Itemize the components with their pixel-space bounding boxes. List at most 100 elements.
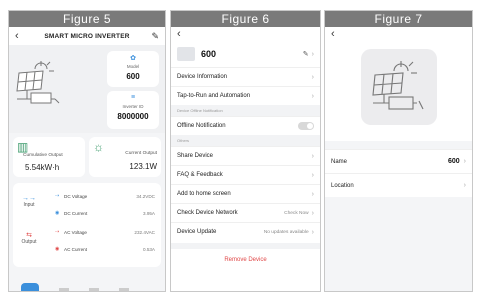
input-arrows-icon: →→	[22, 195, 36, 202]
menu-item-label: Check Device Network	[177, 210, 238, 216]
device-area: ✿ Model 600 ≡ Inverter ID 8000000	[9, 45, 165, 133]
figure-5-title: Figure 5	[9, 11, 165, 27]
input-label: Input	[23, 202, 35, 208]
chevron-right-icon: ›	[311, 209, 314, 217]
remove-device-button[interactable]: Remove Device	[171, 243, 320, 265]
row-value: 34.2VDC	[136, 193, 155, 199]
device-name-row[interactable]: 600 ✎ ›	[171, 41, 320, 67]
inverter-id-value: 8000000	[117, 112, 149, 121]
edit-icon[interactable]: ✎	[147, 31, 159, 42]
offline-notification-row: Offline Notification	[171, 116, 320, 135]
chevron-right-icon: ›	[311, 228, 314, 236]
io-panel: →→ Input ⇆ Output ⇢ DC Voltage 34.2VDC ◉…	[13, 183, 161, 267]
inverter-header: ‹ SMART MICRO INVERTER ✎	[9, 27, 165, 45]
back-icon[interactable]: ‹	[171, 27, 320, 41]
current-output-value: 123.1W	[129, 162, 157, 171]
menu-item-label: Device Information	[177, 74, 228, 80]
location-label: Location	[331, 182, 354, 189]
cumulative-output-label: Cumulative Output	[23, 153, 63, 158]
tab-4[interactable]	[119, 288, 129, 291]
tab-3[interactable]	[89, 288, 99, 291]
ac-current-row: ◉ AC Current 0.53A	[55, 244, 155, 254]
figure-5-panel: Figure 5 ‹ SMART MICRO INVERTER ✎ ✿ Mode…	[8, 10, 166, 292]
chevron-right-icon: ›	[311, 92, 314, 100]
list-icon: ≡	[130, 94, 136, 101]
page-title: SMART MICRO INVERTER	[44, 32, 130, 40]
figure-6-panel: Figure 6 ‹ 600 ✎ › Device Information › …	[170, 10, 321, 292]
check-now-value: Check Now	[284, 210, 309, 216]
figure-6-title: Figure 6	[171, 11, 320, 27]
row-value: 232.4VAC	[134, 229, 155, 235]
divider	[325, 141, 472, 149]
row-value: 3.95A	[142, 210, 155, 216]
edit-icon[interactable]: ✎	[303, 50, 309, 58]
menu-item-faq-feedback[interactable]: FAQ & Feedback ›	[171, 165, 320, 184]
device-image-area	[325, 41, 472, 141]
current-output-label: Current Output	[125, 151, 157, 156]
offline-notification-toggle[interactable]	[298, 122, 314, 130]
current-output-card: ☼ Current Output 123.1W	[89, 137, 161, 177]
bottom-tab-bar	[9, 283, 165, 291]
figure-7-panel: Figure 7 ‹ Name 600 › Location ›	[324, 10, 473, 292]
bar-chart-icon: ▥	[17, 140, 29, 154]
chevron-right-icon: ›	[311, 190, 314, 198]
dc-voltage-row: ⇢ DC Voltage 34.2VDC	[55, 191, 155, 201]
section-header-others: Others	[171, 135, 320, 146]
model-value: 600	[126, 72, 140, 81]
row-value: 0.53A	[142, 246, 155, 252]
name-value: 600	[447, 158, 460, 165]
model-card: ✿ Model 600	[107, 51, 159, 87]
device-name: 600	[201, 49, 217, 59]
name-row[interactable]: Name 600 ›	[325, 149, 472, 173]
location-row[interactable]: Location ›	[325, 173, 472, 197]
sun-icon: ☼	[93, 140, 104, 154]
chevron-right-icon: ›	[311, 171, 314, 179]
output-label: Output	[21, 239, 37, 245]
menu-item-label: Add to home screen	[177, 191, 231, 197]
chevron-right-icon: ›	[463, 158, 466, 165]
output-stats: ▥ Cumulative Output 5.54kW·h ☼ Current O…	[9, 137, 165, 177]
input-group: →→ Input	[17, 195, 41, 208]
ac-voltage-row: ⇢ AC Voltage 232.4VAC	[55, 227, 155, 237]
menu-item-device-update[interactable]: Device Update No updates available ›	[171, 222, 320, 241]
name-label: Name	[331, 158, 348, 165]
tab-home[interactable]	[21, 283, 39, 291]
row-label: AC Current	[64, 246, 87, 252]
figure-7-title: Figure 7	[325, 11, 472, 27]
chevron-right-icon: ›	[463, 182, 466, 189]
cumulative-output-value: 5.54kW·h	[25, 163, 60, 172]
row-label: AC Voltage	[64, 229, 87, 235]
chevron-right-icon: ›	[311, 73, 314, 81]
menu-item-label: Tap-to-Run and Automation	[177, 93, 251, 99]
menu-item-label: Share Device	[177, 153, 214, 159]
back-icon[interactable]: ‹	[15, 30, 27, 42]
menu-item-tap-to-run[interactable]: Tap-to-Run and Automation ›	[171, 86, 320, 105]
dc-current-row: ◉ DC Current 3.95A	[55, 208, 155, 218]
back-icon[interactable]: ‹	[325, 27, 472, 41]
update-status-value: No updates available	[263, 229, 309, 235]
row-label: DC Current	[64, 210, 88, 216]
device-thumbnail	[177, 47, 195, 61]
offline-notification-label: Offline Notification	[177, 123, 226, 129]
solar-panel-icon	[372, 61, 424, 110]
inverter-id-card: ≡ Inverter ID 8000000	[107, 91, 159, 129]
screenshot-root: Figure 5 ‹ SMART MICRO INVERTER ✎ ✿ Mode…	[0, 0, 477, 294]
menu-item-share-device[interactable]: Share Device ›	[171, 146, 320, 165]
model-icon: ✿	[130, 55, 136, 62]
section-header-offline: Device Offline Notification	[171, 105, 320, 116]
output-arrows-icon: ⇆	[26, 232, 32, 239]
solar-panel-icon	[16, 61, 60, 104]
chevron-right-icon: ›	[311, 50, 314, 58]
menu-item-label: Device Update	[177, 229, 217, 235]
device-image	[361, 49, 437, 125]
menu-item-label: FAQ & Feedback	[177, 172, 223, 178]
menu-item-check-network[interactable]: Check Device Network Check Now ›	[171, 203, 320, 222]
row-label: DC Voltage	[64, 193, 88, 199]
model-label: Model	[126, 64, 140, 69]
menu-item-add-to-home[interactable]: Add to home screen ›	[171, 184, 320, 203]
tab-2[interactable]	[59, 288, 69, 291]
cumulative-output-card: ▥ Cumulative Output 5.54kW·h	[13, 137, 85, 177]
output-group: ⇆ Output	[17, 231, 41, 245]
chevron-right-icon: ›	[311, 152, 314, 160]
menu-item-device-information[interactable]: Device Information ›	[171, 67, 320, 86]
